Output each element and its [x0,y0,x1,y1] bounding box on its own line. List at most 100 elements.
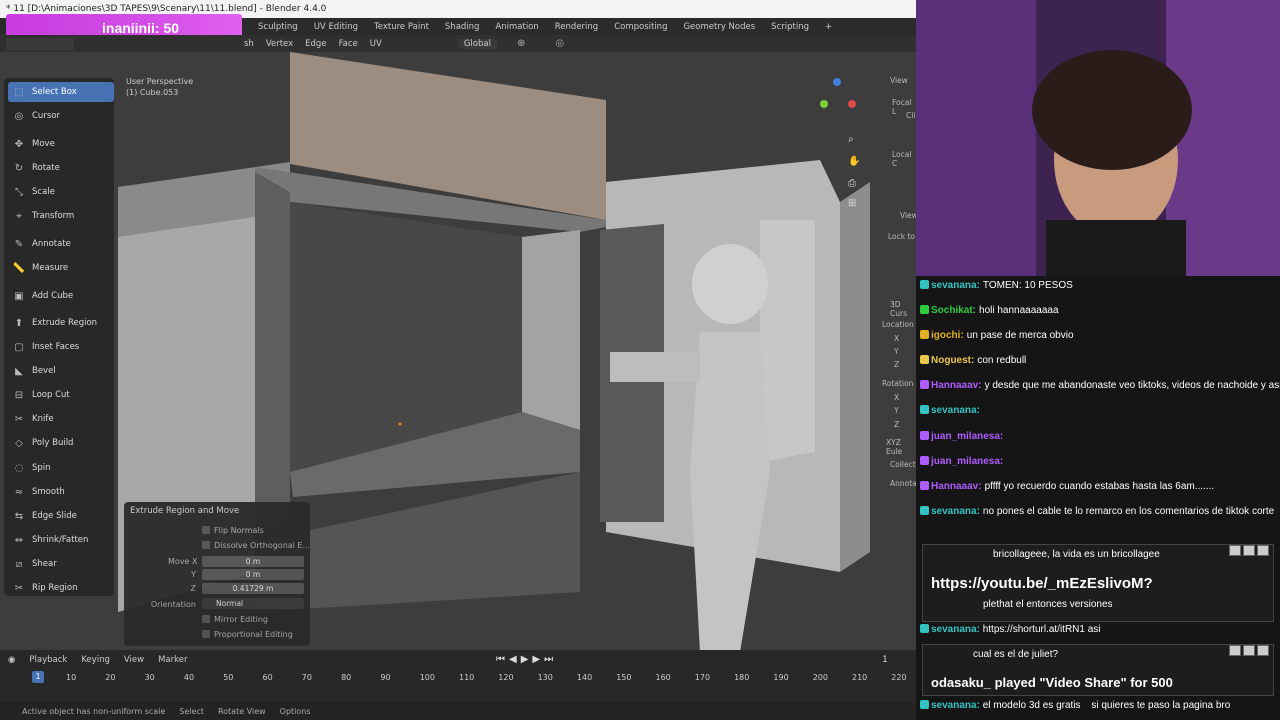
tool-loop-cut[interactable]: ⊟ Loop Cut [8,385,114,405]
tab-scripting[interactable]: Scripting [763,22,817,32]
chat-text: un pase de merca obvio [966,330,1074,341]
tool-edge-slide[interactable]: ⇆ Edge Slide [8,506,114,526]
chat-username[interactable]: sevanana: [931,405,980,416]
tab-rendering[interactable]: Rendering [547,22,606,32]
menu-vertex[interactable]: Vertex [260,39,299,49]
tab-geometry-nodes[interactable]: Geometry Nodes [675,22,763,32]
cursor-z[interactable]: Z [894,360,899,369]
editor-type-icon[interactable]: ◉ [8,655,15,665]
rip-icon: ✂ [14,582,24,594]
rot-y[interactable]: Y [894,406,899,415]
chat-username[interactable]: igochi: [931,330,964,341]
tool-shear[interactable]: ⧄ Shear [8,554,114,574]
current-frame-field[interactable]: 1 [860,655,910,665]
tool-shrink-fatten[interactable]: ⇔ Shrink/Fatten [8,530,114,550]
tool-add-cube[interactable]: ▣ Add Cube [8,286,114,306]
panel-view-header[interactable]: View [890,76,908,85]
chat-text: y desde que me abandonaste veo tiktoks, … [984,380,1280,391]
add-workspace-button[interactable]: + [817,22,840,32]
menu-uv[interactable]: UV [364,39,388,49]
move-y-field[interactable]: 0 m [202,569,304,580]
chat-message: juan_milanesa: [920,431,1006,442]
tab-compositing[interactable]: Compositing [606,22,675,32]
popup-text: bricollageee, la vida es un bricollagee [993,549,1160,560]
tool-cursor[interactable]: ◎ Cursor [8,106,114,126]
menu-face[interactable]: Face [333,39,364,49]
select-mode-icons[interactable] [6,37,74,50]
camera-icon[interactable]: ⎙ [848,178,856,189]
tool-select-box[interactable]: ⬚ Select Box [8,82,114,102]
tool-smooth[interactable]: ≈ Smooth [8,482,114,502]
chat-username[interactable]: juan_milanesa: [931,456,1003,467]
chat-username[interactable]: juan_milanesa: [931,431,1003,442]
tool-spin[interactable]: ◌ Spin [8,458,114,478]
3d-cursor-header[interactable]: 3D Curs [890,300,916,318]
tool-knife[interactable]: ✂ Knife [8,409,114,429]
navigation-gizmo[interactable] [814,74,862,122]
mirror-checkbox[interactable]: Mirror Editing [202,615,268,624]
tab-texture-paint[interactable]: Texture Paint [366,22,437,32]
dissolve-checkbox[interactable]: Dissolve Orthogonal E... [202,541,310,550]
tool-inset-faces[interactable]: ▢ Inset Faces [8,337,114,357]
tab-shading[interactable]: Shading [437,22,488,32]
tool-transform[interactable]: ⌖ Transform [8,206,114,226]
chat-username[interactable]: Sochikat: [931,305,976,316]
tool-measure[interactable]: 📏 Measure [8,258,114,278]
tool-poly-build[interactable]: ◇ Poly Build [8,433,114,453]
tool-extrude-region[interactable]: ⬆ Extrude Region [8,313,114,333]
popup-window-controls[interactable] [1229,545,1273,557]
chat-username[interactable]: Noguest: [931,355,974,366]
chat-username[interactable]: sevanana: [931,700,980,711]
zoom-icon[interactable]: ⌕ [848,134,854,145]
collection-header[interactable]: Collecti [890,460,918,469]
menu-view[interactable]: View [124,655,144,665]
chat-username[interactable]: Hannaaav: [931,380,982,391]
rot-z[interactable]: Z [894,420,899,429]
menu-keying[interactable]: Keying [81,655,110,665]
move-x-field[interactable]: 0 m [202,556,304,567]
menu-playback[interactable]: Playback [29,655,67,665]
flip-normals-checkbox[interactable]: Flip Normals [202,526,264,535]
shear-icon: ⧄ [15,558,23,570]
chat-username[interactable]: sevanana: [931,624,980,635]
proportional-checkbox[interactable]: Proportional Editing [202,630,293,639]
pan-icon[interactable]: ✋ [848,156,860,167]
tool-rotate[interactable]: ↻ Rotate [8,158,114,178]
chat-username[interactable]: sevanana: [931,506,980,517]
rot-x[interactable]: X [894,393,899,402]
chat-username[interactable]: Hannaaav: [931,481,982,492]
euler-select[interactable]: XYZ Eule [886,438,916,456]
menu-marker[interactable]: Marker [158,655,187,665]
webcam-image [916,0,1280,276]
menu-edge[interactable]: Edge [299,39,332,49]
popup-window-controls[interactable] [1229,645,1273,657]
tool-scale[interactable]: ⤡ Scale [8,182,114,202]
popup-link[interactable]: https://youtu.be/_mEzEslivoM? [931,575,1153,592]
playback-controls[interactable]: ⏮◀▶▶⏭ [496,654,557,665]
operator-title[interactable]: Extrude Region and Move [130,506,239,516]
tab-sculpting[interactable]: Sculpting [250,22,306,32]
cursor-y[interactable]: Y [894,347,899,356]
playhead[interactable]: 1 [32,671,44,683]
tool-annotate[interactable]: ✎ Annotate [8,234,114,254]
move-z-field[interactable]: 0.41729 m [202,583,304,594]
chat-username[interactable]: sevanana: [931,280,980,291]
chat-text: el modelo 3d es gratis [982,700,1081,711]
tool-move[interactable]: ✥ Move [8,134,114,154]
snap-icon[interactable]: ⊕ [517,38,525,49]
tab-animation[interactable]: Animation [487,22,546,32]
proportional-icon[interactable]: ◎ [555,38,564,49]
chat-message: sevanana: [920,405,983,416]
chat-link[interactable]: https://shorturl.at/itRN1 asi [983,624,1101,635]
tab-uv-editing[interactable]: UV Editing [306,22,366,32]
tool-bevel[interactable]: ◣ Bevel [8,361,114,381]
recess-right [522,230,580,430]
menu-mesh[interactable]: sh [238,39,260,49]
orientation-select[interactable]: Normal [202,598,304,609]
grid-icon[interactable]: ⊞ [848,198,856,209]
cursor-x[interactable]: X [894,334,899,343]
scale-icon: ⤡ [15,186,23,198]
chat-message: Sochikat: holi hannaaaaaaa [920,305,1059,316]
tool-rip-region[interactable]: ✂ Rip Region [8,578,114,598]
orientation-dropdown[interactable]: Global [457,38,497,49]
